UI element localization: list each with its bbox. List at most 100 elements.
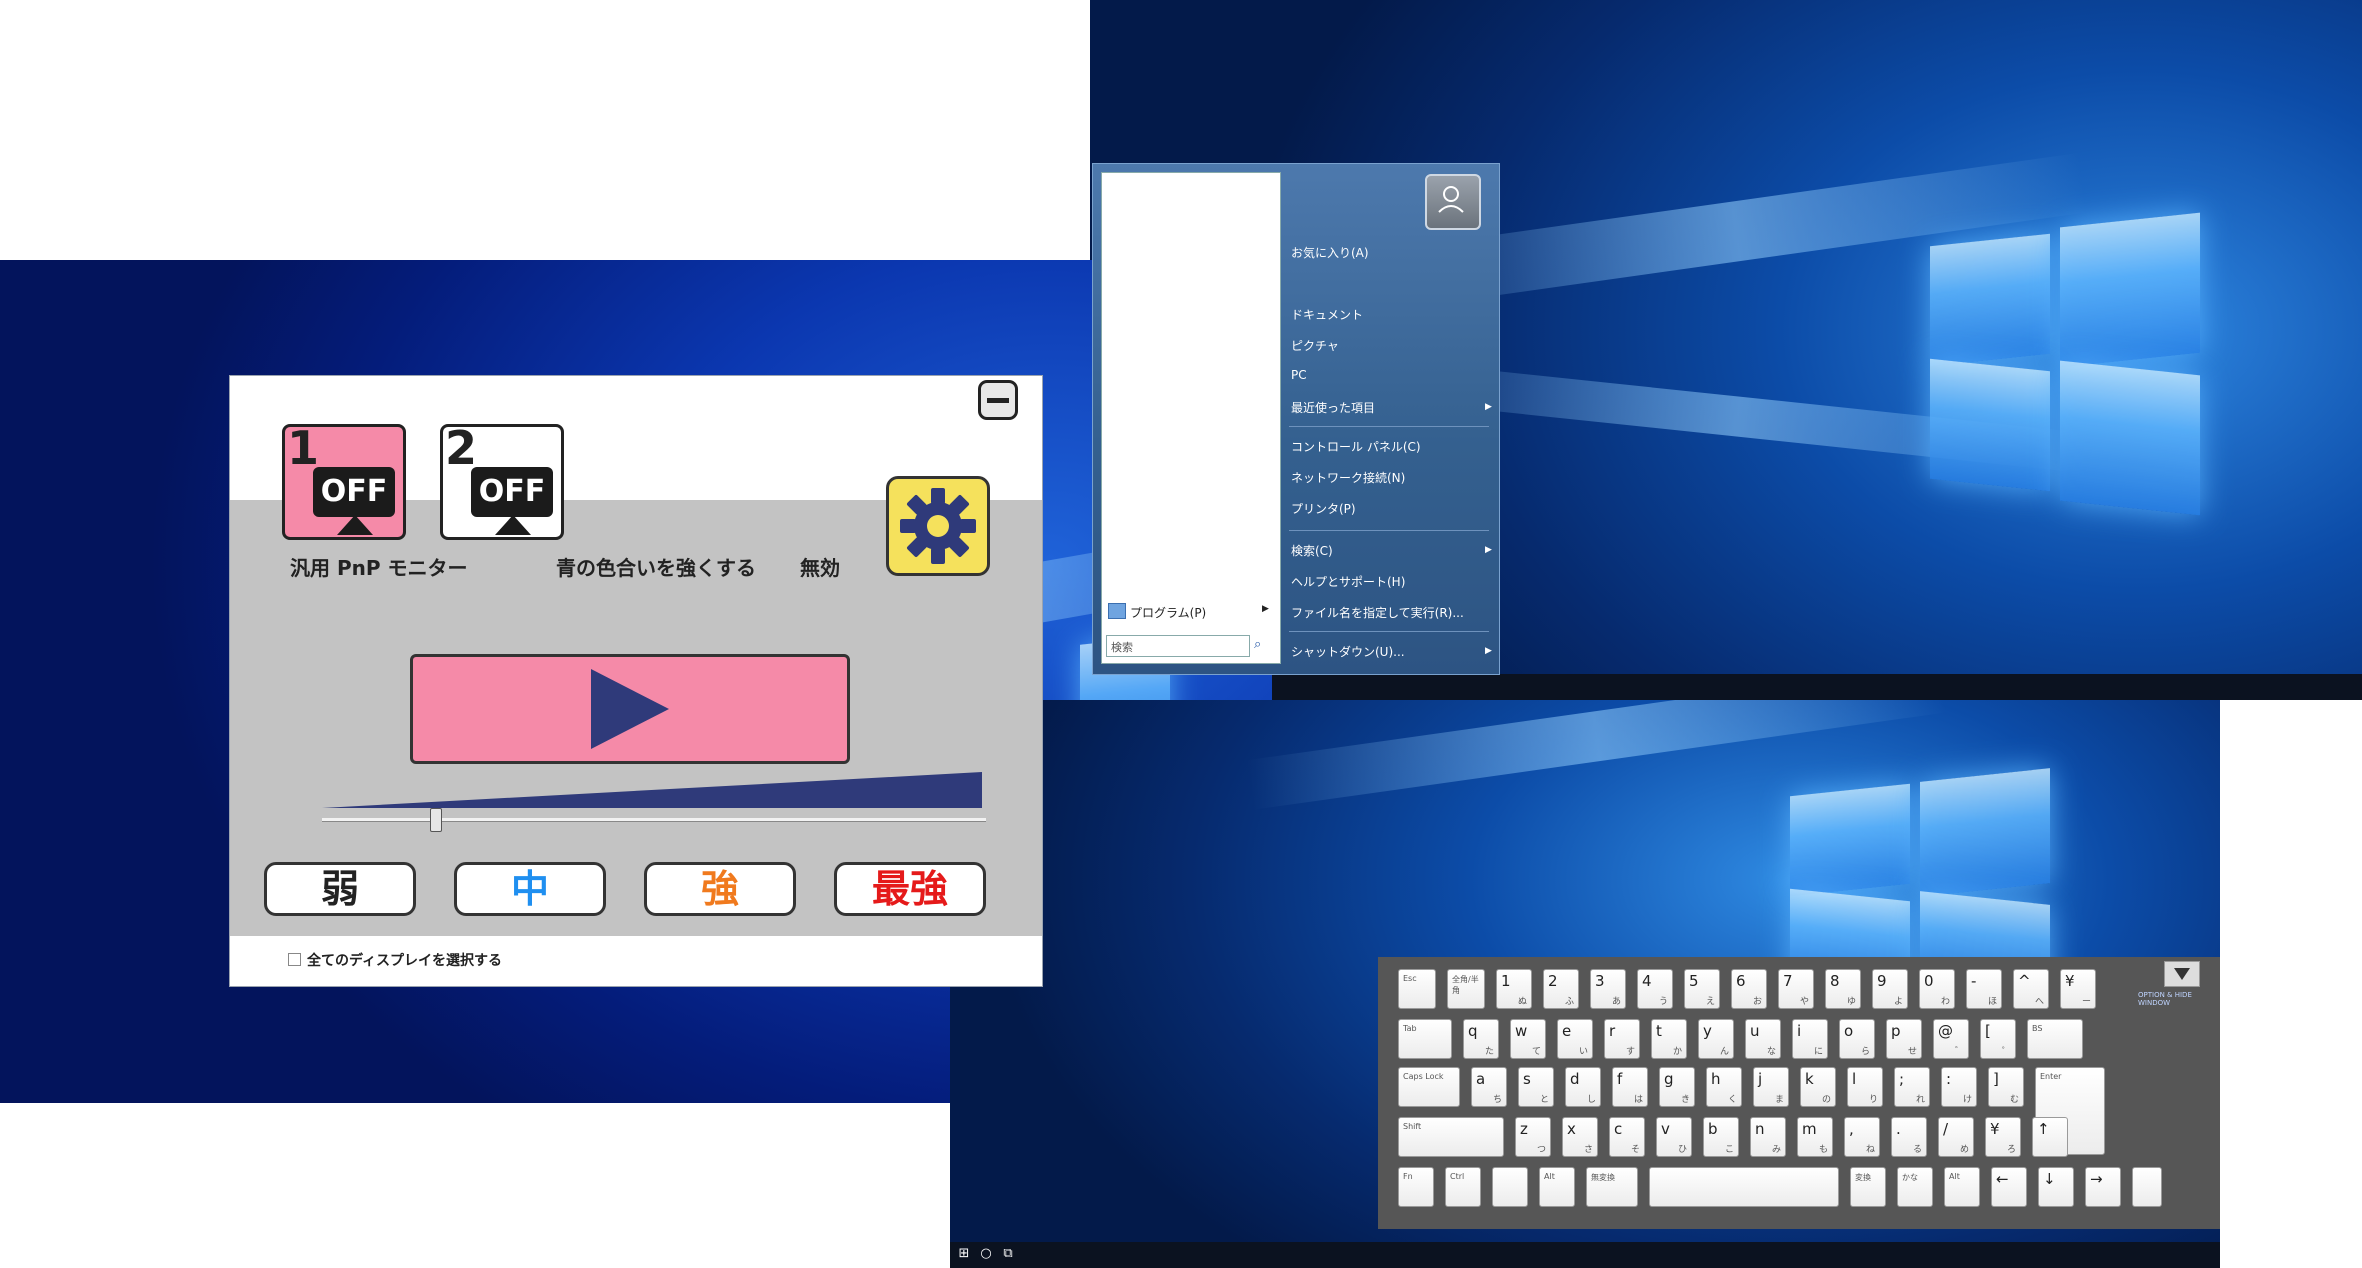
key-2-5[interactable]: gき [1659, 1067, 1695, 1107]
key-4-5[interactable] [1649, 1167, 1839, 1207]
key-3-6[interactable]: nみ [1750, 1117, 1786, 1157]
key-1-8[interactable]: iに [1792, 1019, 1828, 1059]
settings-button[interactable] [886, 476, 990, 576]
key-3-4[interactable]: vひ [1656, 1117, 1692, 1157]
key-0-14[interactable]: ¥ ー [2060, 969, 2096, 1009]
key-3-0[interactable]: Shift [1398, 1117, 1504, 1157]
key-2-8[interactable]: kの [1800, 1067, 1836, 1107]
key-1-3[interactable]: eい [1557, 1019, 1593, 1059]
key-2-6[interactable]: hく [1706, 1067, 1742, 1107]
key-4-12[interactable] [2132, 1167, 2162, 1207]
key-4-4[interactable]: 無変換 [1586, 1167, 1638, 1207]
menu-help-support[interactable]: ヘルプとサポート(H) [1291, 573, 1405, 590]
key-4-3[interactable]: Alt [1539, 1167, 1575, 1207]
menu-run[interactable]: ファイル名を指定して実行(R)... [1291, 604, 1464, 621]
key-3-7[interactable]: mも [1797, 1117, 1833, 1157]
key-1-5[interactable]: tか [1651, 1019, 1687, 1059]
key-1-2[interactable]: wて [1510, 1019, 1546, 1059]
key-4-7[interactable]: かな [1897, 1167, 1933, 1207]
key-3-9[interactable]: .る [1891, 1117, 1927, 1157]
monitor-1-toggle[interactable]: 1 OFF [282, 421, 406, 540]
select-all-displays-checkbox[interactable]: 全てのディスプレイを選択する [288, 950, 502, 970]
key-0-10[interactable]: 9よ [1872, 969, 1908, 1009]
level-strong-button[interactable]: 強 [644, 862, 796, 916]
key-1-10[interactable]: pせ [1886, 1019, 1922, 1059]
key-3-5[interactable]: bこ [1703, 1117, 1739, 1157]
key-2-0[interactable]: Caps Lock [1398, 1067, 1460, 1107]
level-strongest-button[interactable]: 最強 [834, 862, 986, 916]
key-0-11[interactable]: 0わ [1919, 969, 1955, 1009]
key-2-10[interactable]: ; れ [1894, 1067, 1930, 1107]
key-4-6[interactable]: 変換 [1850, 1167, 1886, 1207]
key-4-8[interactable]: Alt [1944, 1167, 1980, 1207]
key-1-12[interactable]: [゜ [1980, 1019, 2016, 1059]
key-1-13[interactable]: BS [2027, 1019, 2083, 1059]
key-1-11[interactable]: @ ゛ [1933, 1019, 1969, 1059]
key-4-2[interactable] [1492, 1167, 1528, 1207]
key-1-4[interactable]: rす [1604, 1019, 1640, 1059]
user-avatar[interactable] [1425, 174, 1481, 230]
keyboard-collapse-button[interactable] [2164, 961, 2200, 987]
programs-item[interactable]: プログラム(P) ▶ [1108, 603, 1269, 621]
key-3-12[interactable]: ↑ [2032, 1117, 2068, 1157]
key-0-12[interactable]: -ほ [1966, 969, 2002, 1009]
key-3-11[interactable]: ¥ ろ [1985, 1117, 2021, 1157]
key-4-10[interactable]: ↓ [2038, 1167, 2074, 1207]
key-0-1[interactable]: 全角/半角 [1447, 969, 1485, 1009]
key-0-2[interactable]: 1ぬ [1496, 969, 1532, 1009]
key-2-2[interactable]: sと [1518, 1067, 1554, 1107]
menu-documents[interactable]: ドキュメント [1291, 306, 1363, 323]
key-1-1[interactable]: qた [1463, 1019, 1499, 1059]
key-1-6[interactable]: yん [1698, 1019, 1734, 1059]
key-0-0[interactable]: Esc [1398, 969, 1436, 1009]
key-2-1[interactable]: aち [1471, 1067, 1507, 1107]
minimize-button[interactable] [978, 380, 1018, 420]
key-3-8[interactable]: ,ね [1844, 1117, 1880, 1157]
menu-pc[interactable]: PC [1291, 368, 1307, 382]
monitor-2-toggle[interactable]: 2 OFF [440, 421, 564, 540]
key-0-5[interactable]: 4う [1637, 969, 1673, 1009]
key-1-9[interactable]: oら [1839, 1019, 1875, 1059]
search-circle-icon[interactable]: ○ [978, 1246, 994, 1262]
search-icon[interactable]: ⌕ [1254, 637, 1261, 652]
menu-control-panel[interactable]: コントロール パネル(C) [1291, 438, 1421, 455]
menu-network-connections[interactable]: ネットワーク接続(N) [1291, 469, 1405, 486]
key-0-4[interactable]: 3あ [1590, 969, 1626, 1009]
key-3-1[interactable]: zつ [1515, 1117, 1551, 1157]
key-3-3[interactable]: cそ [1609, 1117, 1645, 1157]
play-button[interactable] [410, 654, 850, 764]
menu-recent-items[interactable]: 最近使った項目 [1291, 399, 1375, 416]
key-2-9[interactable]: lり [1847, 1067, 1883, 1107]
menu-printers[interactable]: プリンタ(P) [1291, 500, 1356, 517]
key-0-7[interactable]: 6お [1731, 969, 1767, 1009]
key-0-13[interactable]: ^ へ [2013, 969, 2049, 1009]
key-0-3[interactable]: 2ふ [1543, 969, 1579, 1009]
key-0-9[interactable]: 8ゆ [1825, 969, 1861, 1009]
key-4-1[interactable]: Ctrl [1445, 1167, 1481, 1207]
start-search-input[interactable]: 検索 [1106, 635, 1250, 657]
strength-slider-thumb[interactable] [429, 808, 442, 832]
key-2-4[interactable]: fは [1612, 1067, 1648, 1107]
menu-shutdown[interactable]: シャットダウン(U)... [1291, 643, 1405, 660]
key-3-2[interactable]: xさ [1562, 1117, 1598, 1157]
key-3-10[interactable]: / め [1938, 1117, 1974, 1157]
level-weak-button[interactable]: 弱 [264, 862, 416, 916]
level-medium-button[interactable]: 中 [454, 862, 606, 916]
menu-search[interactable]: 検索(C) [1291, 542, 1333, 559]
key-2-3[interactable]: dし [1565, 1067, 1601, 1107]
menu-pictures[interactable]: ピクチャ [1291, 337, 1339, 354]
key-0-6[interactable]: 5え [1684, 969, 1720, 1009]
key-4-0[interactable]: Fn [1398, 1167, 1434, 1207]
checkbox-box[interactable] [288, 953, 301, 966]
key-4-9[interactable]: ← [1991, 1167, 2027, 1207]
strength-slider-track[interactable] [322, 818, 986, 822]
key-2-11[interactable]: :け [1941, 1067, 1977, 1107]
key-2-12[interactable]: ] む [1988, 1067, 2024, 1107]
key-2-7[interactable]: jま [1753, 1067, 1789, 1107]
key-4-11[interactable]: → [2085, 1167, 2121, 1207]
key-1-7[interactable]: uな [1745, 1019, 1781, 1059]
task-view-icon[interactable]: ⧉ [1000, 1246, 1016, 1262]
windows-start-icon[interactable]: ⊞ [956, 1246, 972, 1262]
key-0-8[interactable]: 7や [1778, 969, 1814, 1009]
menu-favorites[interactable]: お気に入り(A) [1291, 244, 1369, 261]
